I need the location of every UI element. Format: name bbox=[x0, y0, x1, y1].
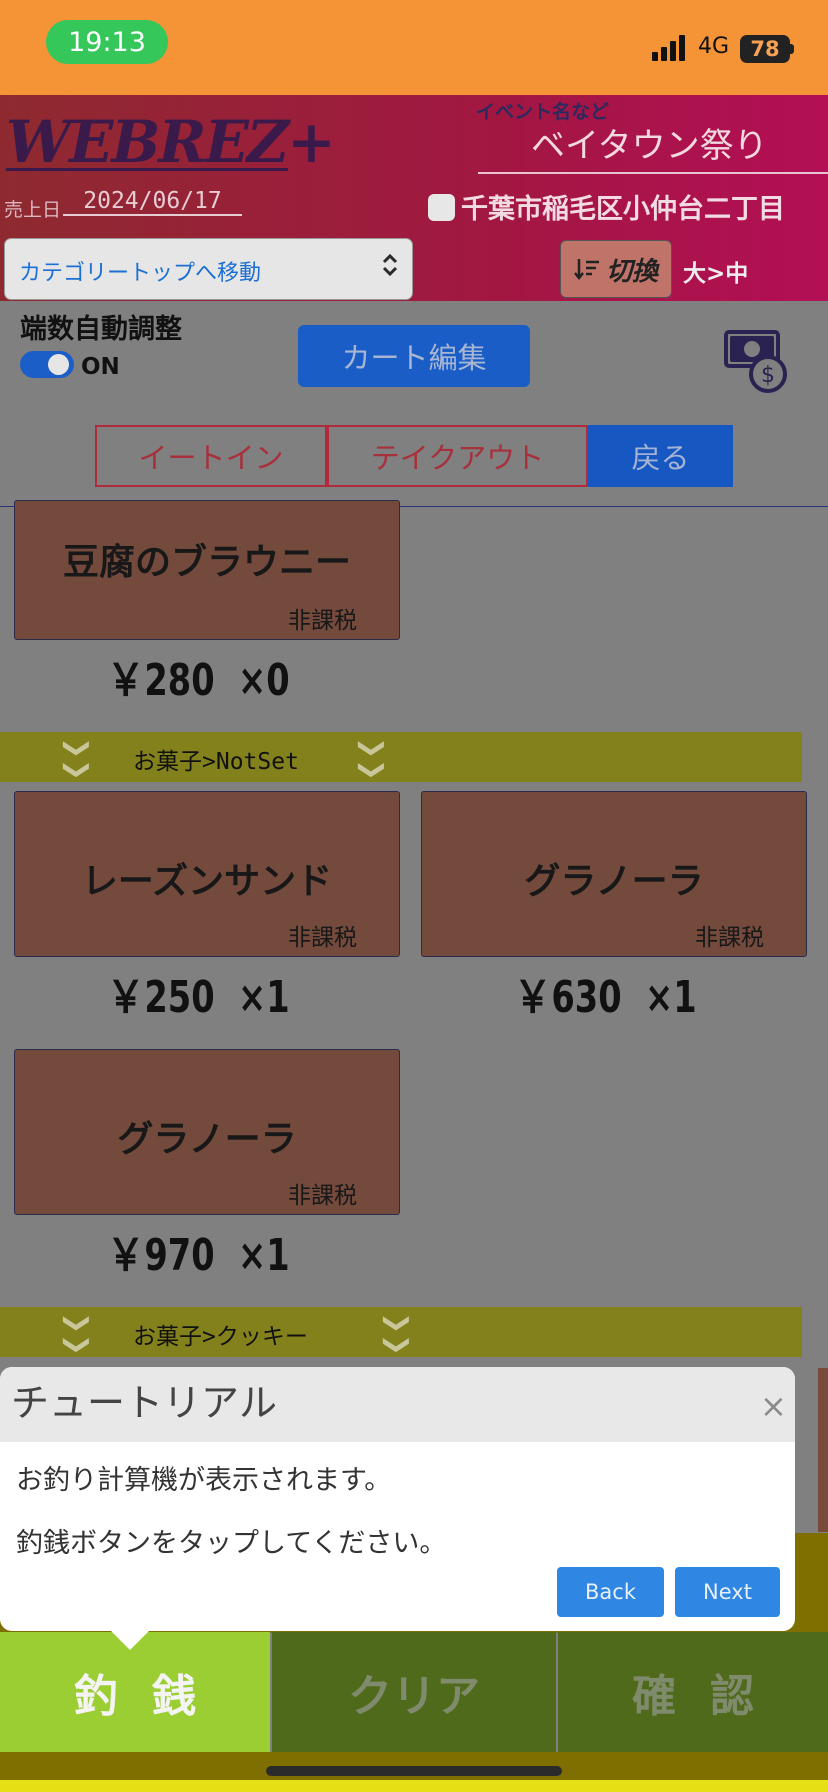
tutorial-back-button[interactable]: Back bbox=[557, 1567, 664, 1617]
change-button[interactable]: 釣銭 bbox=[0, 1632, 270, 1752]
product-card-raisin-sand[interactable]: レーズンサンド 非課税 bbox=[14, 791, 400, 957]
product-price: ￥280 ×0 bbox=[107, 655, 290, 706]
category-bar-notset[interactable] bbox=[0, 732, 802, 782]
product-name: 豆腐のブラウニー bbox=[62, 542, 351, 583]
product-price: ￥630 ×1 bbox=[514, 972, 697, 1023]
product-name: グラノーラ bbox=[117, 1119, 297, 1160]
tab-take-out[interactable]: テイクアウト bbox=[327, 425, 588, 487]
product-tax: 非課税 bbox=[695, 925, 764, 951]
switch-mode-label: 大>中 bbox=[683, 261, 749, 287]
tutorial-text-2: 釣銭ボタンをタップしてください。 bbox=[16, 1528, 447, 1559]
sales-date-label: 売上日 bbox=[4, 199, 62, 221]
network-type: 4G bbox=[698, 34, 730, 59]
category-select[interactable]: カテゴリートップへ移動 bbox=[4, 238, 413, 300]
money-icon[interactable]: $ bbox=[722, 328, 788, 394]
product-name: グラノーラ bbox=[524, 861, 704, 902]
logo-underline bbox=[6, 168, 288, 171]
switch-button[interactable]: 切換 bbox=[560, 240, 672, 298]
battery-tip bbox=[790, 44, 794, 54]
product-qty: ×1 bbox=[238, 1230, 290, 1281]
confirm-button[interactable]: 確認 bbox=[558, 1632, 828, 1752]
close-icon[interactable]: × bbox=[760, 1390, 787, 1422]
cart-edit-button[interactable]: カート編集 bbox=[298, 325, 530, 387]
svg-text:$: $ bbox=[761, 363, 775, 388]
product-card-granola[interactable]: グラノーラ 非課税 bbox=[421, 791, 807, 957]
tab-eat-in[interactable]: イートイン bbox=[95, 425, 327, 487]
tutorial-text-1: お釣り計算機が表示されます。 bbox=[16, 1465, 392, 1496]
toggle-knob bbox=[48, 354, 69, 375]
home-indicator[interactable] bbox=[266, 1766, 562, 1776]
signal-icon bbox=[652, 35, 685, 61]
location-label: 千葉市稲毛区小仲台二丁目 bbox=[461, 194, 785, 225]
clear-button[interactable]: クリア bbox=[272, 1632, 556, 1752]
chevron-down-icon: ❯❯ bbox=[381, 1312, 412, 1356]
product-card-brownie[interactable]: 豆腐のブラウニー 非課税 bbox=[14, 500, 400, 640]
product-qty: ×1 bbox=[645, 972, 697, 1023]
event-name-field[interactable]: ベイタウン祭り bbox=[531, 118, 768, 167]
auto-adjust-label: 端数自動調整 bbox=[20, 314, 182, 345]
category-label: お菓子>NotSet bbox=[133, 749, 299, 775]
bottom-band-highlight bbox=[0, 1780, 828, 1792]
event-name-underline bbox=[478, 172, 828, 174]
location-checkbox[interactable] bbox=[428, 194, 455, 221]
battery-icon: 78 bbox=[740, 35, 790, 63]
product-qty: ×1 bbox=[238, 972, 290, 1023]
product-qty: ×0 bbox=[238, 655, 290, 706]
product-card-partial bbox=[818, 1368, 828, 1532]
tutorial-pointer bbox=[111, 1631, 149, 1650]
sort-icon bbox=[574, 259, 599, 281]
product-price: ￥970 ×1 bbox=[107, 1230, 290, 1281]
auto-adjust-state: ON bbox=[81, 354, 120, 380]
tutorial-next-button[interactable]: Next bbox=[675, 1567, 780, 1617]
app-logo: WEBREZ+ bbox=[6, 108, 336, 176]
app-screen: { "status_bar": {"time": "19:13", "netwo… bbox=[0, 0, 828, 1792]
product-tax: 非課税 bbox=[288, 608, 357, 634]
category-label: お菓子>クッキー bbox=[133, 1324, 308, 1350]
chevron-down-icon: ❯❯ bbox=[356, 737, 387, 781]
status-time: 19:13 bbox=[46, 20, 168, 64]
chevron-updown-icon bbox=[382, 253, 398, 277]
tutorial-title: チュートリアル bbox=[11, 1381, 278, 1425]
product-name: レーズンサンド bbox=[81, 861, 333, 902]
product-tax: 非課税 bbox=[288, 1183, 357, 1209]
switch-button-label: 切換 bbox=[605, 256, 658, 287]
product-tax: 非課税 bbox=[288, 925, 357, 951]
product-price: ￥250 ×1 bbox=[107, 972, 290, 1023]
chevron-down-icon: ❯❯ bbox=[61, 737, 92, 781]
chevron-down-icon: ❯❯ bbox=[61, 1312, 92, 1356]
sales-date-field[interactable]: 2024/06/17 bbox=[63, 188, 242, 216]
product-card-granola-2[interactable]: グラノーラ 非課税 bbox=[14, 1049, 400, 1215]
back-button[interactable]: 戻る bbox=[588, 425, 733, 487]
